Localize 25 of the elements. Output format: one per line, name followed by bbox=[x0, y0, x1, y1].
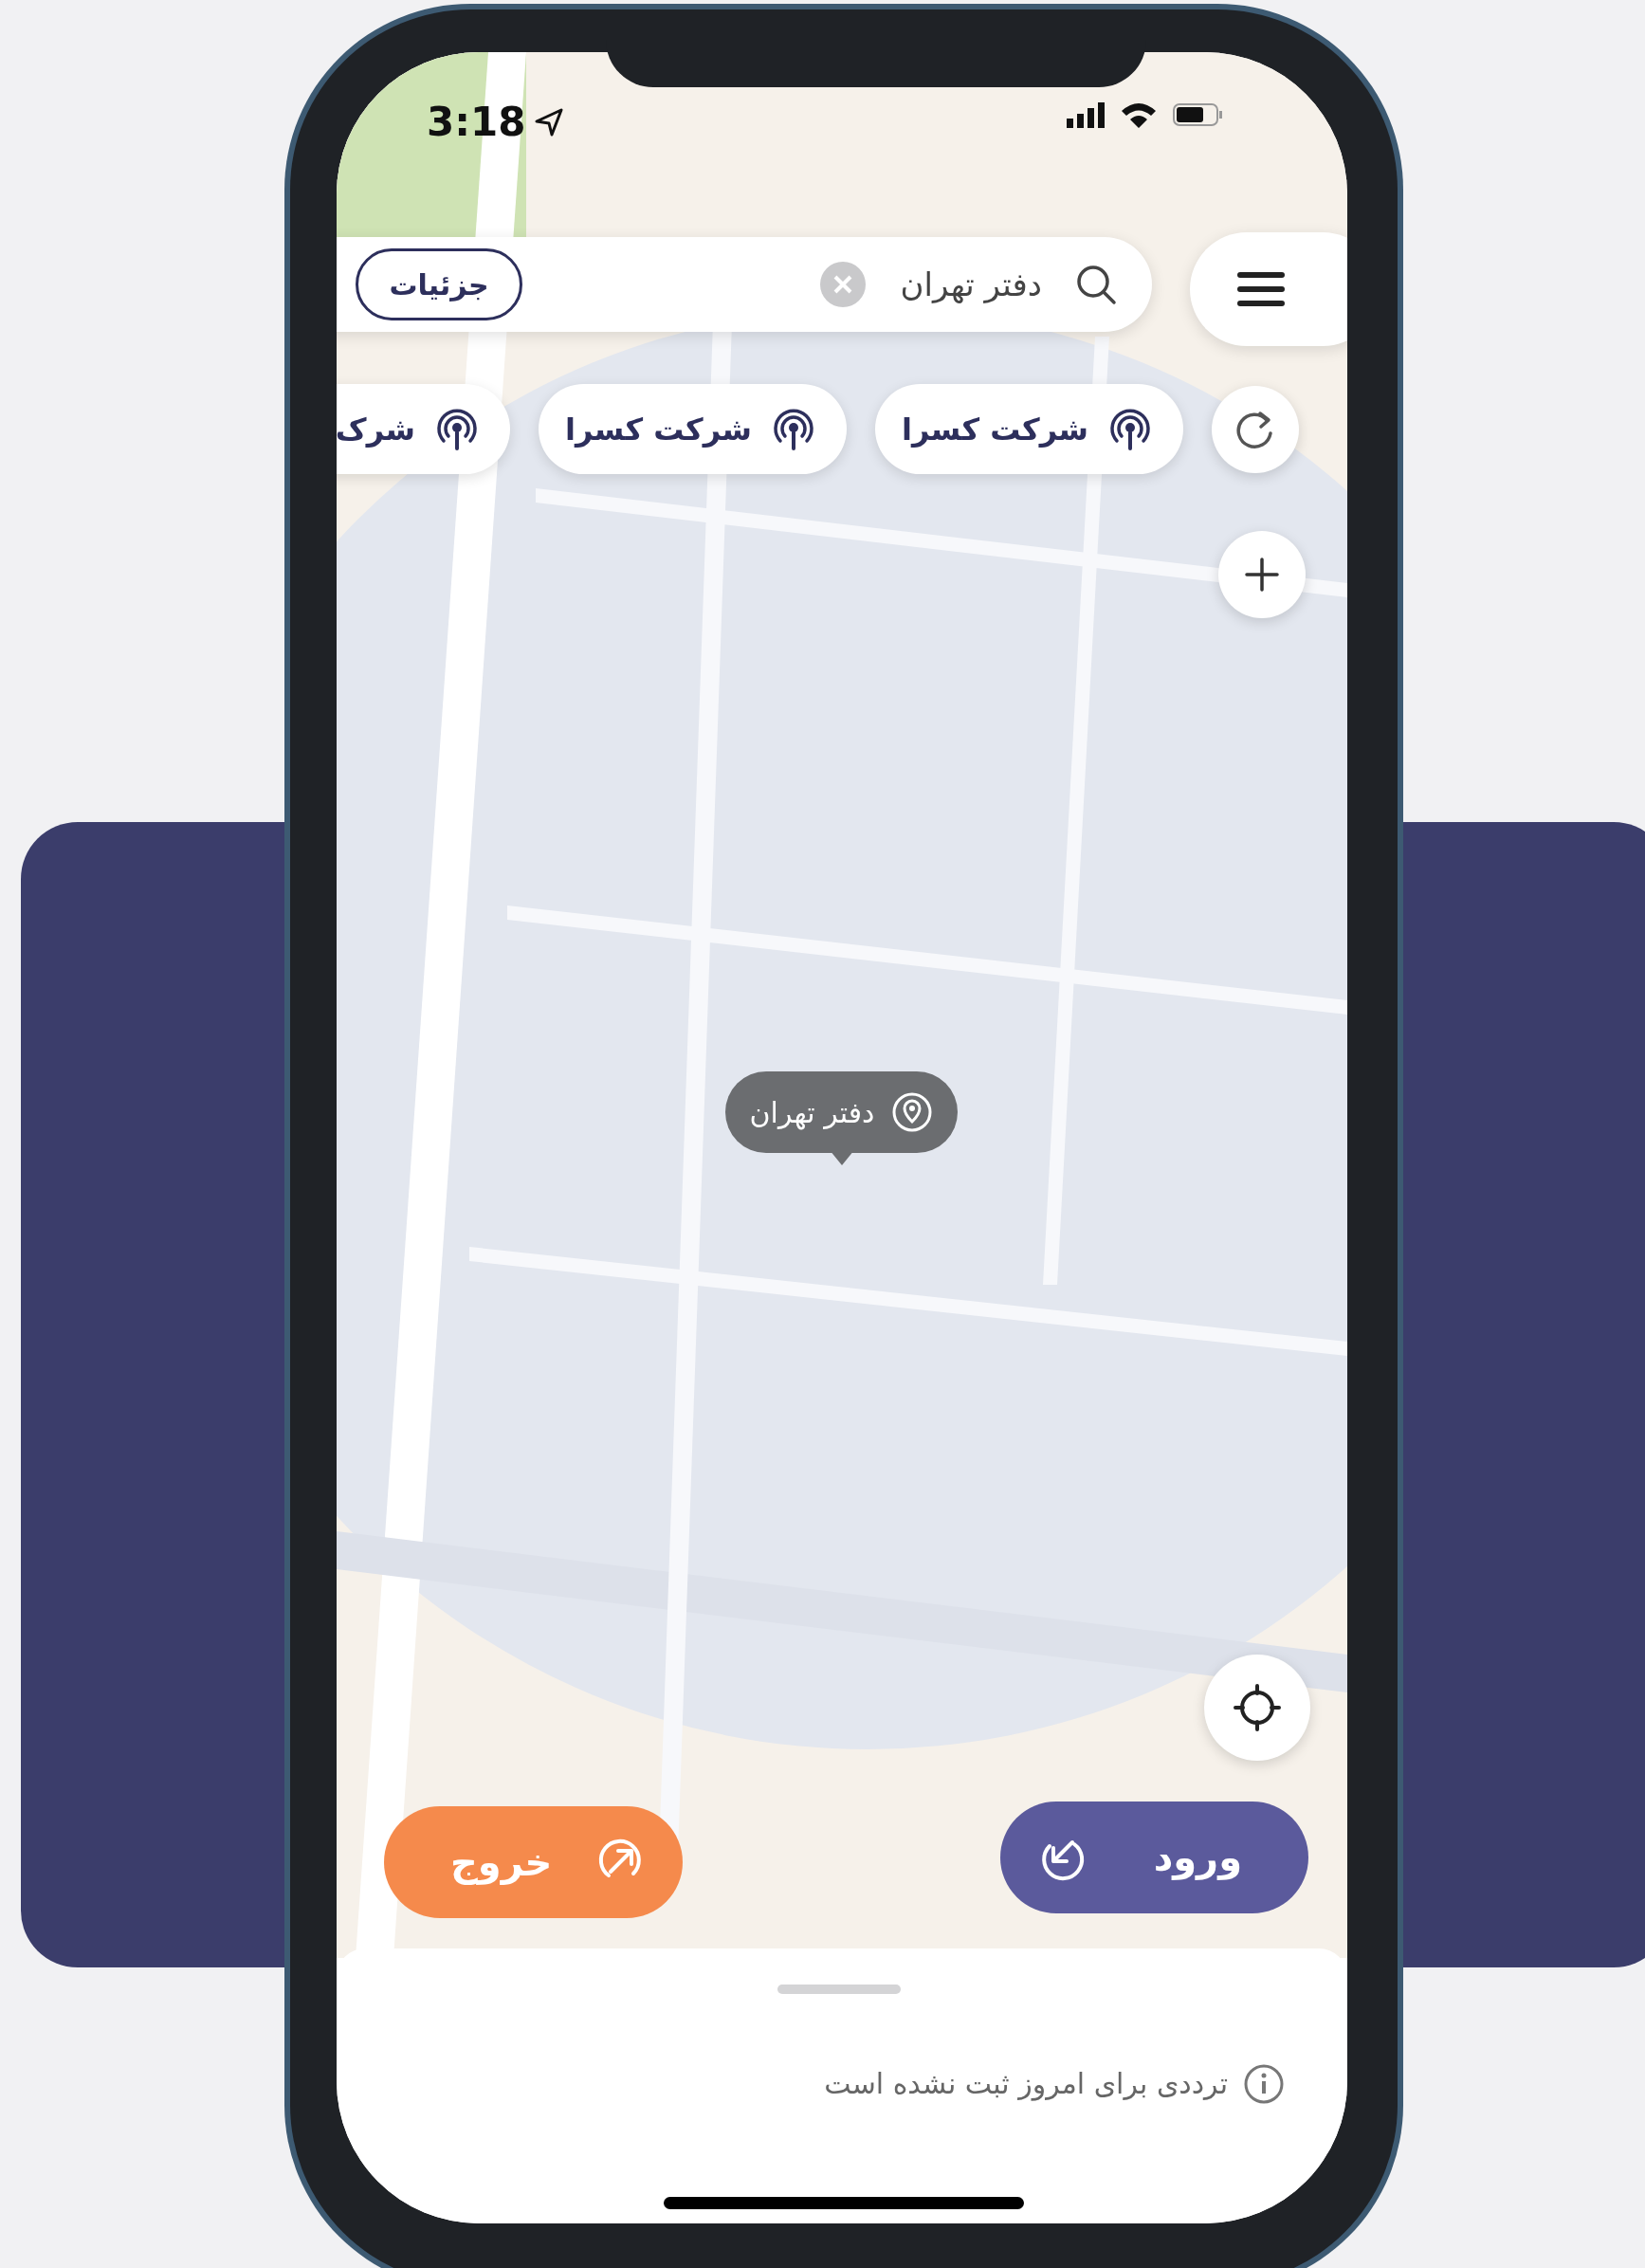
map-marker-label: دفتر تهران bbox=[725, 1071, 958, 1153]
signal-icon bbox=[1067, 101, 1105, 128]
broadcast-icon bbox=[773, 408, 814, 450]
company-chip[interactable]: شرکت کسرا bbox=[875, 384, 1183, 474]
battery-icon bbox=[1173, 101, 1222, 128]
pointer-icon bbox=[830, 1150, 854, 1165]
menu-icon bbox=[1237, 270, 1285, 308]
search-field[interactable]: دفتر تهران bbox=[900, 260, 1042, 309]
company-chip[interactable]: شرک bbox=[337, 384, 510, 474]
drag-handle[interactable] bbox=[777, 1984, 901, 1994]
location-arrow-icon bbox=[535, 107, 564, 137]
status-time: 3:18 bbox=[427, 98, 526, 147]
broadcast-icon bbox=[436, 408, 478, 450]
details-button[interactable]: جزئیات bbox=[356, 248, 522, 320]
menu-button[interactable] bbox=[1190, 232, 1347, 346]
entry-button[interactable]: ورود bbox=[1000, 1802, 1308, 1913]
info-icon bbox=[1243, 2062, 1285, 2105]
pin-icon bbox=[891, 1091, 934, 1133]
crosshair-icon bbox=[1234, 1684, 1281, 1731]
wifi-icon bbox=[1120, 101, 1158, 128]
company-chip[interactable]: شرکت کسرا bbox=[539, 384, 847, 474]
search-icon bbox=[1074, 263, 1118, 306]
plus-icon bbox=[1245, 558, 1279, 592]
broadcast-icon bbox=[1109, 408, 1151, 450]
status-message: ترددی برای امروز ثبت نشده است bbox=[824, 2066, 1228, 2103]
